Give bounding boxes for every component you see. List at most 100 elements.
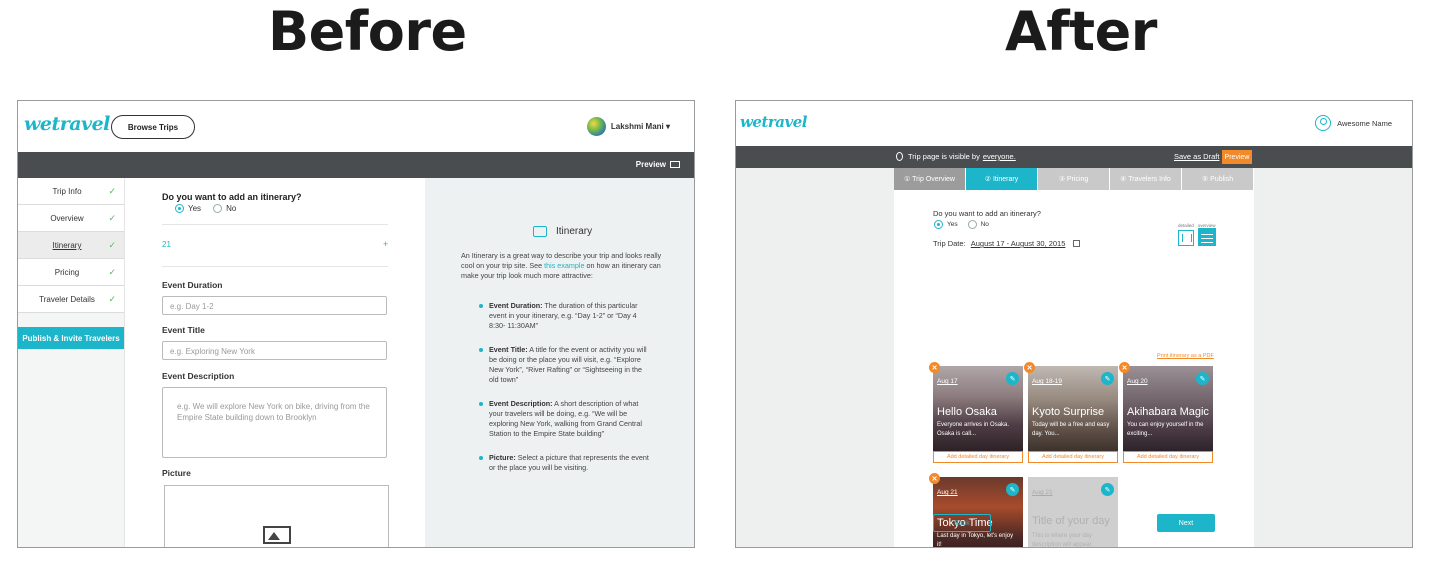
sidebar-item-label: Traveler Details [39, 295, 95, 304]
preview-button[interactable]: Preview [636, 160, 680, 169]
sidebar: Trip Info ✓ Overview ✓ Itinerary ✓ Prici… [18, 178, 125, 547]
bullet-term: Picture: [489, 453, 516, 462]
pencil-icon[interactable]: ✎ [1101, 483, 1114, 496]
radio-yes[interactable]: Yes [934, 220, 958, 229]
empty-day-card[interactable]: Aug 21 ✎ Title of your day This is where… [1028, 477, 1118, 547]
event-title-label: Event Title [162, 325, 205, 335]
divider [162, 224, 388, 225]
day-item[interactable]: 21 [162, 240, 171, 249]
image-icon [263, 526, 291, 544]
picture-label: Picture [162, 468, 191, 478]
event-title-input[interactable]: e.g. Exploring New York [162, 341, 387, 360]
event-duration-input[interactable]: e.g. Day 1-2 [162, 296, 387, 315]
view-detailed-label: detailed [1178, 223, 1194, 228]
back-button[interactable]: Back [933, 514, 991, 532]
radio-no[interactable]: No [967, 220, 989, 229]
step-publish[interactable]: ⑤ Publish [1182, 168, 1254, 190]
picture-upload[interactable] [164, 485, 389, 547]
pencil-icon[interactable]: ✎ [1006, 372, 1019, 385]
detailed-view-icon[interactable] [1178, 230, 1194, 246]
add-day-itinerary-button[interactable]: Add detailed day itinerary [1123, 451, 1213, 463]
radio-no[interactable]: No [213, 204, 236, 213]
publish-invite-button[interactable]: Publish & Invite Travelers [18, 327, 124, 349]
before-heading: Before [268, 0, 467, 63]
sidebar-item-label: Itinerary [52, 241, 82, 250]
day-card-placeholder: Aug 21 ✎ Title of your day This is where… [1028, 477, 1118, 547]
help-intro: An Itinerary is a great way to describe … [461, 251, 669, 281]
add-day-button[interactable]: + [383, 239, 388, 249]
day-card-title: Kyoto Surprise [1032, 406, 1105, 418]
step-pricing[interactable]: ③ Pricing [1038, 168, 1110, 190]
pencil-icon[interactable]: ✎ [1196, 372, 1209, 385]
chat-icon [533, 226, 547, 237]
day-card-image: Aug 18-19 ✎ Kyoto Surprise Today will be… [1028, 366, 1118, 451]
trip-date-value[interactable]: August 17 - August 30, 2015 [971, 239, 1066, 248]
action-bar: Preview [18, 152, 694, 178]
visibility-status: Trip page is visible by everyone. [896, 152, 1016, 161]
add-day-itinerary-button[interactable]: Add detailed day itinerary [933, 451, 1023, 463]
after-screenshot: wetravel Awesome Name Trip page is visib… [735, 100, 1413, 548]
sidebar-item-label: Trip Info [52, 187, 82, 196]
itinerary-form: Do you want to add an itinerary? Yes No … [125, 178, 425, 547]
next-button[interactable]: Next [1157, 514, 1215, 532]
user-menu[interactable]: Awesome Name [1315, 115, 1392, 131]
sidebar-item-trip-info[interactable]: Trip Info ✓ [18, 178, 124, 205]
radio-yes[interactable]: Yes [175, 204, 201, 213]
sidebar-item-traveler-details[interactable]: Traveler Details ✓ [18, 286, 124, 313]
pencil-icon[interactable]: ✎ [1006, 483, 1019, 496]
sidebar-item-overview[interactable]: Overview ✓ [18, 205, 124, 232]
save-draft-link[interactable]: Save as Draft [1174, 152, 1219, 161]
preview-label: Preview [635, 160, 666, 169]
before-screenshot: wetravel Browse Trips Lakshmi Mani ▾ Pre… [17, 100, 695, 548]
day-card-date: Aug 17 [937, 378, 958, 385]
visibility-link[interactable]: everyone. [983, 152, 1016, 161]
overview-grid-icon[interactable] [1198, 228, 1216, 246]
top-nav: wetravel Browse Trips Lakshmi Mani ▾ [18, 101, 694, 152]
preview-button[interactable]: Preview [1222, 150, 1252, 164]
itinerary-question: Do you want to add an itinerary? [162, 192, 302, 202]
delete-icon[interactable]: ✕ [929, 473, 940, 484]
day-card-image: Aug 21 ✎ Tokyo Time Last day in Tokyo, l… [933, 477, 1023, 547]
day-card[interactable]: ✕ Aug 21 ✎ Tokyo Time Last day in Tokyo,… [929, 473, 1023, 547]
day-card-date: Aug 20 [1127, 378, 1148, 385]
radio-selected-icon [934, 220, 943, 229]
list-item: Event Duration: The duration of this par… [479, 301, 649, 331]
step-travelers-info[interactable]: ④ Travelers Info [1110, 168, 1182, 190]
sidebar-item-pricing[interactable]: Pricing ✓ [18, 259, 124, 286]
add-day-itinerary-button[interactable]: Add detailed day itinerary [1028, 451, 1118, 463]
sidebar-item-itinerary[interactable]: Itinerary ✓ [18, 232, 124, 259]
wetravel-logo[interactable]: wetravel [740, 113, 807, 131]
pencil-icon[interactable]: ✎ [1101, 372, 1114, 385]
monitor-icon [670, 161, 680, 168]
trip-date-label: Trip Date: [933, 239, 966, 248]
day-card-date: Aug 18-19 [1032, 378, 1062, 385]
check-icon: ✓ [108, 186, 116, 196]
list-item: Event Title: A title for the event or ac… [479, 345, 649, 385]
event-description-textarea[interactable]: e.g. We will explore New York on bike, d… [162, 387, 387, 458]
step-itinerary[interactable]: ② Itinerary [966, 168, 1038, 190]
bullet-term: Event Description: [489, 399, 553, 408]
browse-trips-button[interactable]: Browse Trips [111, 115, 195, 139]
delete-icon[interactable]: ✕ [929, 362, 940, 373]
day-card[interactable]: ✕ Aug 18-19 ✎ Kyoto Surprise Today will … [1024, 362, 1118, 463]
bullet-term: Event Title: [489, 345, 528, 354]
day-card-image: Aug 17 ✎ Hello Osaka Everyone arrives in… [933, 366, 1023, 451]
sidebar-item-label: Pricing [54, 268, 80, 277]
day-card[interactable]: ✕ Aug 17 ✎ Hello Osaka Everyone arrives … [929, 362, 1023, 463]
day-card[interactable]: ✕ Aug 20 ✎ Akihabara Magic You can enjoy… [1119, 362, 1213, 463]
list-item: Picture: Select a picture that represent… [479, 453, 649, 473]
itinerary-radio-group: Yes No [175, 204, 248, 213]
help-title: Itinerary [533, 226, 592, 237]
user-menu[interactable]: Lakshmi Mani ▾ [586, 117, 670, 136]
day-card-title: Title of your day [1032, 515, 1110, 527]
print-pdf-link[interactable]: Print itinerary as a PDF [1157, 353, 1214, 359]
avatar [586, 117, 606, 136]
wetravel-logo[interactable]: wetravel [24, 113, 110, 135]
delete-icon[interactable]: ✕ [1024, 362, 1035, 373]
calendar-icon[interactable] [1072, 240, 1080, 247]
check-icon: ✓ [108, 267, 116, 277]
delete-icon[interactable]: ✕ [1119, 362, 1130, 373]
trip-date: Trip Date: August 17 - August 30, 2015 [933, 239, 1080, 248]
step-trip-overview[interactable]: ① Trip Overview [894, 168, 966, 190]
example-link[interactable]: this example [544, 261, 584, 270]
